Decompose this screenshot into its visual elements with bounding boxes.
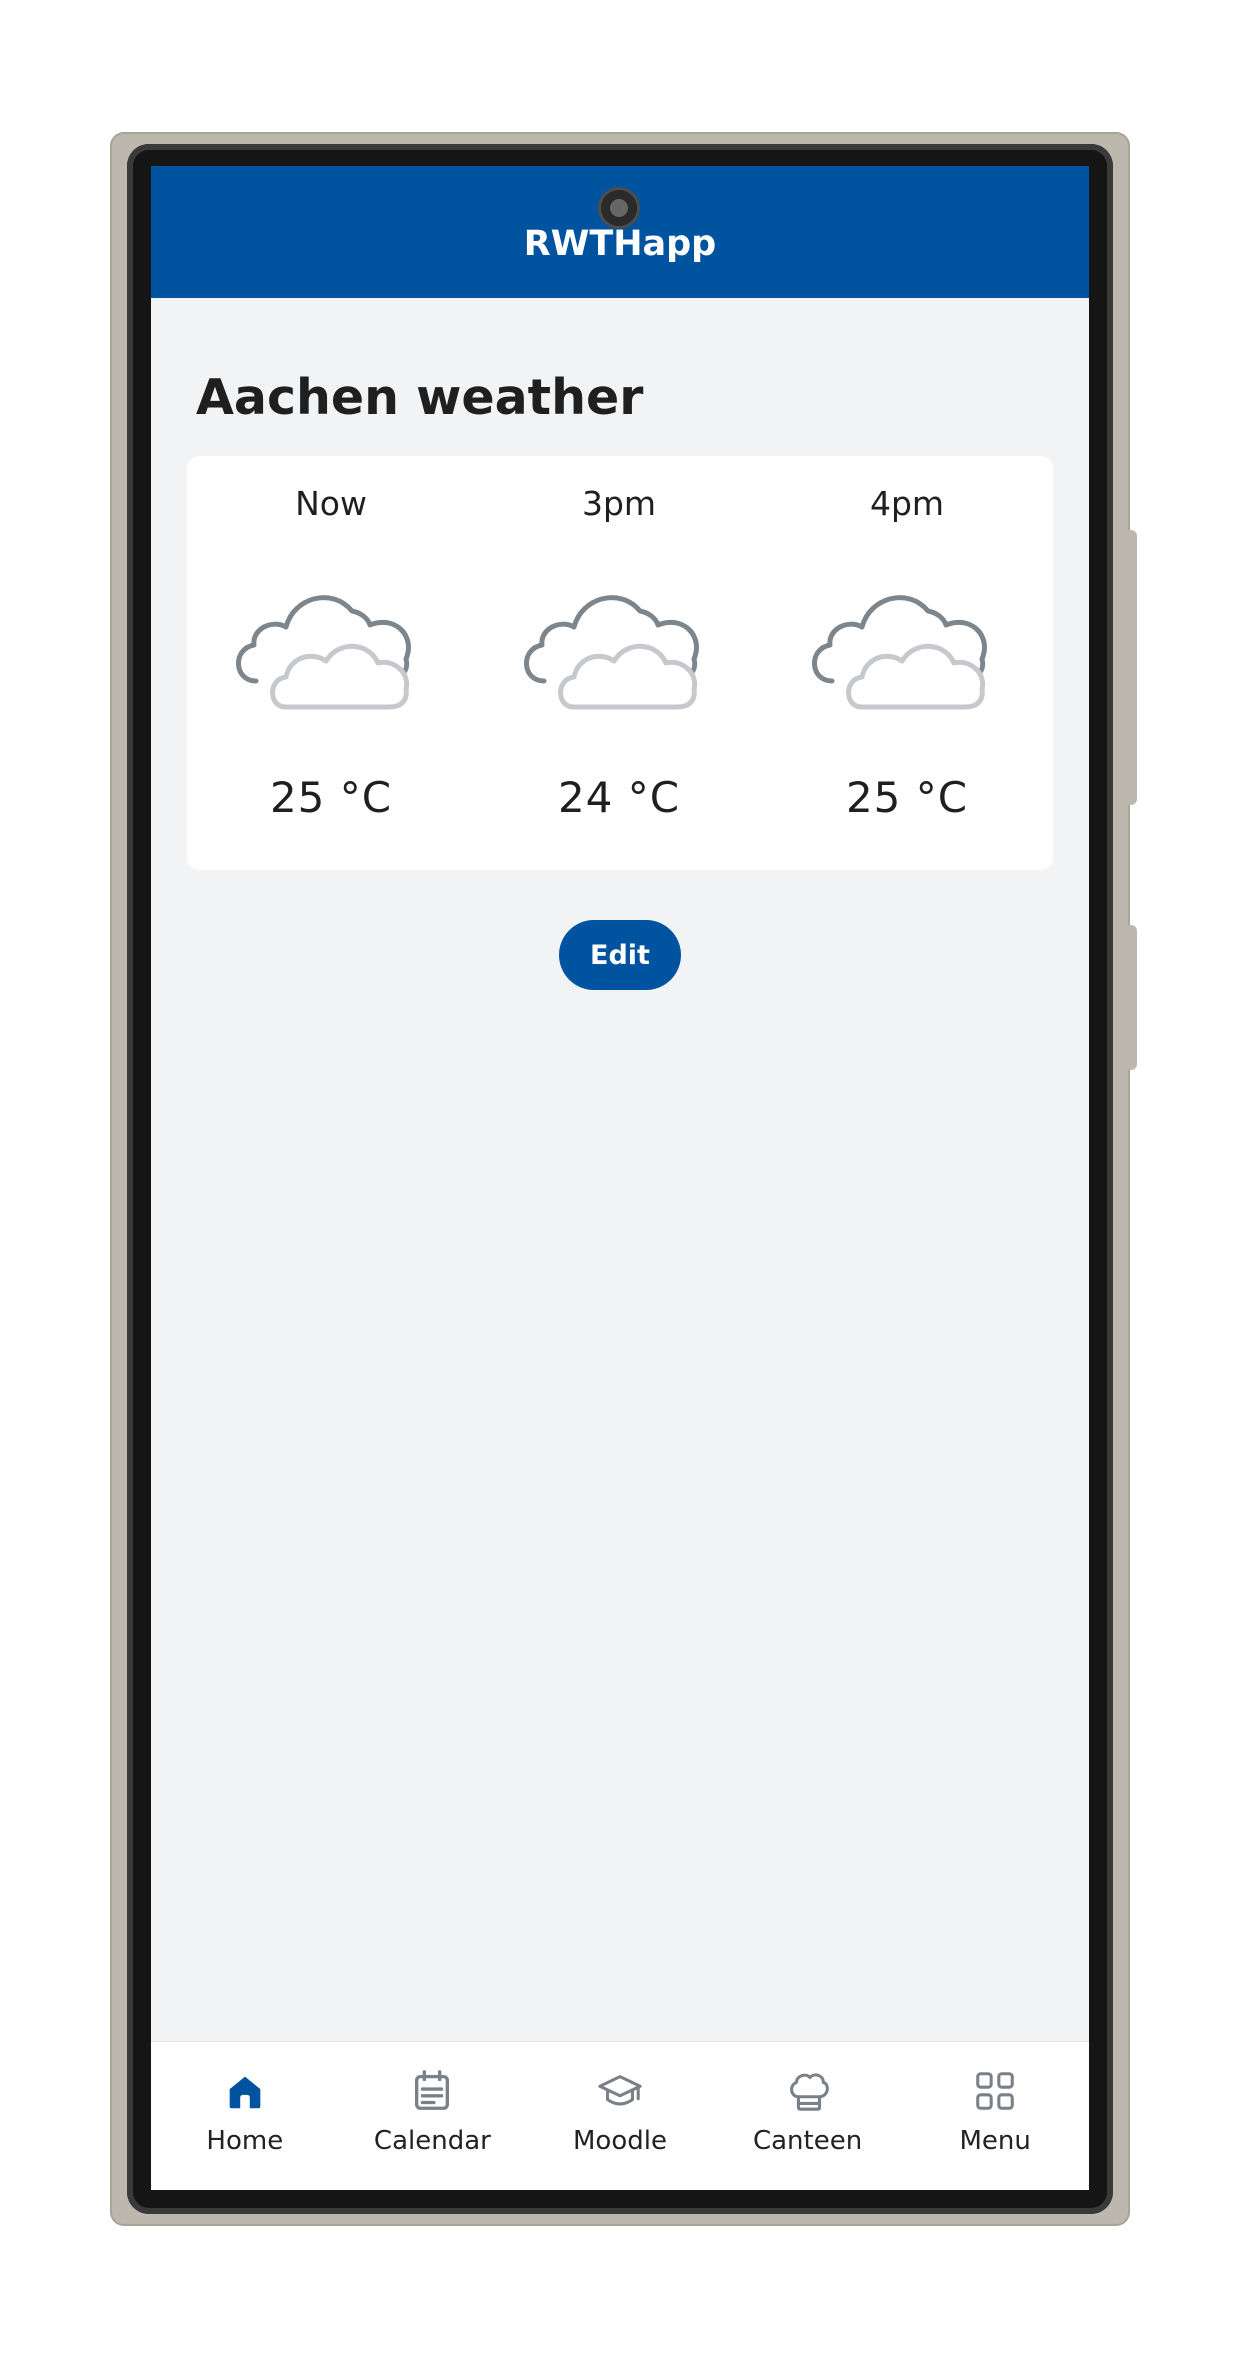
- home-icon: [229, 2076, 261, 2109]
- calendar-icon: [415, 2070, 450, 2110]
- power-button: [1128, 925, 1137, 1070]
- nav-item-home[interactable]: Home: [151, 2042, 339, 2190]
- app-screen: RWTHapp Aachen weather Now 25 °C 3pm 24 …: [151, 166, 1089, 2190]
- forecast-temperature: 24 °C: [557, 773, 681, 822]
- graduation-cap-icon: [598, 2075, 642, 2106]
- cloudy-icon: [524, 595, 699, 710]
- weather-section-title: Aachen weather: [196, 369, 644, 426]
- forecast-temperature: 25 °C: [269, 773, 393, 822]
- cloudy-icon: [812, 595, 987, 710]
- volume-button: [1128, 530, 1137, 805]
- nav-item-calendar[interactable]: Calendar: [339, 2042, 527, 2190]
- forecast-item: Now 25 °C: [187, 456, 475, 870]
- app-title: RWTHapp: [523, 224, 717, 264]
- nav-item-canteen[interactable]: Canteen: [714, 2042, 902, 2190]
- nav-label: Home: [206, 2126, 284, 2156]
- front-camera: [598, 187, 640, 229]
- app-bar: RWTHapp: [151, 166, 1089, 298]
- grid-icon: [976, 2072, 1014, 2110]
- forecast-time: 3pm: [581, 484, 657, 523]
- nav-item-moodle[interactable]: Moodle: [526, 2042, 714, 2190]
- cloudy-icon: [236, 595, 411, 710]
- forecast-item: 3pm 24 °C: [475, 456, 763, 870]
- nav-label: Calendar: [373, 2126, 491, 2156]
- forecast-item: 4pm 25 °C: [763, 456, 1051, 870]
- forecast-temperature: 25 °C: [845, 773, 969, 822]
- nav-label: Moodle: [572, 2126, 667, 2156]
- bottom-navigation: Home Calendar Moodle Canteen Menu: [151, 2041, 1089, 2190]
- forecast-time: 4pm: [869, 484, 945, 523]
- chef-hat-icon: [789, 2073, 829, 2111]
- forecast-time: Now: [295, 484, 367, 523]
- nav-label: Canteen: [752, 2126, 863, 2156]
- edit-button[interactable]: Edit: [559, 920, 681, 990]
- weather-card: Now 25 °C 3pm 24 °C 4pm 25 °C: [187, 456, 1053, 870]
- nav-item-menu[interactable]: Menu: [901, 2042, 1089, 2190]
- nav-label: Menu: [959, 2126, 1031, 2156]
